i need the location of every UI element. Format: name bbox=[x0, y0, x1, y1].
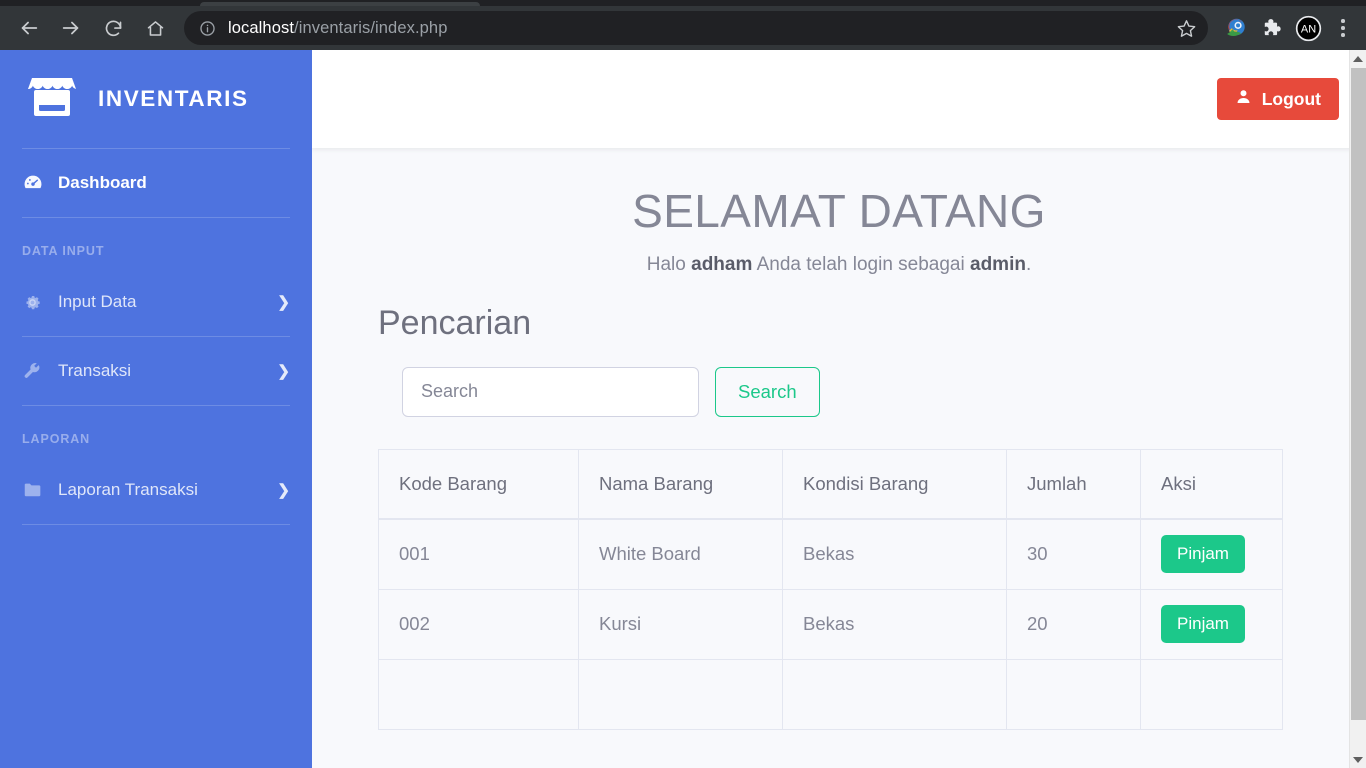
logout-button[interactable]: Logout bbox=[1216, 78, 1339, 120]
puzzle-piece-extensions-icon[interactable] bbox=[1254, 10, 1290, 46]
url-host: localhost bbox=[228, 18, 295, 37]
welcome-suffix: . bbox=[1025, 253, 1032, 275]
browser-toolbar: localhost/inventaris/index.php AN bbox=[0, 6, 1366, 50]
scroll-up-arrow-icon[interactable] bbox=[1350, 50, 1366, 67]
cell-jumlah bbox=[1006, 658, 1141, 730]
page-viewport: INVENTARIS Dashboard DATA INPUT Input Da… bbox=[0, 50, 1366, 768]
cell-nama-barang bbox=[578, 658, 783, 730]
home-icon[interactable] bbox=[138, 11, 172, 45]
tachometer-icon bbox=[22, 172, 58, 194]
chevron-right-icon: ❯ bbox=[277, 363, 290, 380]
cell-nama-barang: Kursi bbox=[578, 588, 783, 660]
welcome-subtitle: Halo adham Anda telah login sebagai admi… bbox=[312, 254, 1366, 276]
cell-kondisi-barang: Bekas bbox=[782, 588, 1007, 660]
inventory-table: Kode Barang Nama Barang Kondisi Barang J… bbox=[378, 448, 1283, 730]
url-path: /inventaris/index.php bbox=[294, 18, 448, 37]
column-header-jumlah: Jumlah bbox=[1006, 448, 1141, 521]
sidebar-item-label: Dashboard bbox=[58, 173, 147, 192]
cell-kondisi-barang bbox=[782, 658, 1007, 730]
colorful-globe-extension-icon[interactable] bbox=[1218, 10, 1254, 46]
cell-kode-barang: 001 bbox=[378, 518, 579, 590]
sidebar-item-label: Laporan Transaksi bbox=[58, 480, 198, 499]
column-header-nama-barang: Nama Barang bbox=[578, 448, 783, 521]
pinjam-button[interactable]: Pinjam bbox=[1161, 605, 1245, 644]
cell-nama-barang: White Board bbox=[578, 518, 783, 590]
cell-kondisi-barang: Bekas bbox=[782, 518, 1007, 590]
scroll-down-arrow-icon[interactable] bbox=[1350, 751, 1366, 768]
chevron-right-icon: ❯ bbox=[277, 294, 290, 311]
address-bar[interactable]: localhost/inventaris/index.php bbox=[184, 11, 1208, 45]
store-icon bbox=[28, 75, 77, 124]
star-icon[interactable] bbox=[1170, 12, 1202, 44]
cell-kode-barang: 002 bbox=[378, 588, 579, 660]
table-row: 001 White Board Bekas 30 Pinjam bbox=[378, 518, 1283, 590]
topbar: Logout bbox=[312, 50, 1366, 148]
logout-label: Logout bbox=[1261, 88, 1321, 109]
search-input[interactable] bbox=[402, 366, 699, 417]
svg-text:AN: AN bbox=[1300, 23, 1315, 35]
cell-aksi: Pinjam bbox=[1140, 588, 1283, 660]
column-header-kondisi-barang: Kondisi Barang bbox=[782, 448, 1007, 521]
url-text: localhost/inventaris/index.php bbox=[228, 19, 1170, 38]
sidebar-item-input-data[interactable]: Input Data ❯ bbox=[0, 268, 312, 336]
search-button[interactable]: Search bbox=[715, 366, 820, 417]
cell-jumlah: 20 bbox=[1006, 588, 1141, 660]
chevron-right-icon: ❯ bbox=[277, 482, 290, 499]
wrench-icon bbox=[22, 361, 58, 382]
three-dot-menu-icon[interactable] bbox=[1326, 10, 1360, 46]
table-body: 001 White Board Bekas 30 Pinjam 002 Kurs… bbox=[378, 518, 1283, 730]
column-header-aksi: Aksi bbox=[1140, 448, 1283, 521]
info-circle-icon[interactable] bbox=[198, 19, 216, 37]
sidebar-item-laporan-transaksi[interactable]: Laporan Transaksi ❯ bbox=[0, 456, 312, 524]
cell-aksi bbox=[1140, 658, 1283, 730]
account-avatar-icon[interactable]: AN bbox=[1290, 10, 1326, 46]
sidebar-heading-data-input: DATA INPUT bbox=[22, 244, 105, 258]
search-section-title: Pencarian bbox=[378, 303, 532, 342]
sidebar-brand-text: INVENTARIS bbox=[98, 86, 249, 111]
sidebar-item-dashboard[interactable]: Dashboard bbox=[0, 149, 312, 217]
table-header-row: Kode Barang Nama Barang Kondisi Barang J… bbox=[378, 448, 1283, 521]
sidebar-item-label: Input Data bbox=[58, 292, 137, 311]
back-arrow-icon[interactable] bbox=[12, 11, 46, 45]
table-row-partial bbox=[378, 658, 1283, 730]
search-row: Search bbox=[402, 366, 1366, 417]
content-area: Logout SELAMAT DATANG Halo adham Anda te… bbox=[312, 50, 1366, 768]
cell-jumlah: 30 bbox=[1006, 518, 1141, 590]
folder-icon bbox=[22, 479, 58, 501]
welcome-username: adham bbox=[691, 253, 753, 275]
sidebar-heading-laporan: LAPORAN bbox=[22, 432, 91, 446]
page-title: SELAMAT DATANG bbox=[632, 185, 1046, 237]
sidebar-brand[interactable]: INVENTARIS bbox=[0, 50, 312, 148]
sidebar-divider bbox=[22, 524, 290, 525]
sidebar-item-transaksi[interactable]: Transaksi ❯ bbox=[0, 337, 312, 405]
forward-arrow-icon[interactable] bbox=[54, 11, 88, 45]
user-icon bbox=[1235, 88, 1252, 110]
page-scrollbar[interactable] bbox=[1349, 50, 1366, 768]
column-header-kode-barang: Kode Barang bbox=[378, 448, 579, 521]
sidebar: INVENTARIS Dashboard DATA INPUT Input Da… bbox=[0, 50, 312, 768]
pinjam-button[interactable]: Pinjam bbox=[1161, 535, 1245, 574]
scrollbar-thumb[interactable] bbox=[1351, 68, 1366, 720]
cell-aksi: Pinjam bbox=[1140, 518, 1283, 590]
table-row: 002 Kursi Bekas 20 Pinjam bbox=[378, 588, 1283, 660]
cell-kode-barang bbox=[378, 658, 579, 730]
gear-icon bbox=[22, 292, 58, 313]
page-body: SELAMAT DATANG Halo adham Anda telah log… bbox=[312, 148, 1366, 768]
browser-chrome: localhost/inventaris/index.php AN bbox=[0, 0, 1366, 50]
reload-icon[interactable] bbox=[96, 11, 130, 45]
sidebar-item-label: Transaksi bbox=[58, 361, 132, 380]
table-header: Kode Barang Nama Barang Kondisi Barang J… bbox=[378, 448, 1283, 521]
welcome-prefix: Halo bbox=[646, 253, 692, 275]
welcome-role: admin bbox=[970, 253, 1026, 275]
welcome-middle: Anda telah login sebagai bbox=[752, 253, 970, 275]
